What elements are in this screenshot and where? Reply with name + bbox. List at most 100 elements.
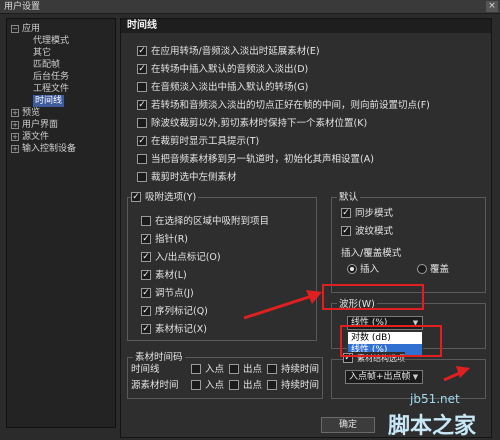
option-label: 出点	[243, 380, 263, 391]
collapse-icon[interactable]: −	[11, 24, 19, 33]
checkbox[interactable]: ✓	[137, 99, 147, 110]
snap-item-clip-marks[interactable]: ✓ 素材标记(X)	[141, 323, 207, 337]
tree-item-label: 用户界面	[22, 120, 59, 130]
option-label: 当把音频素材移到另一轨道时，初始化其声相设置(A)	[151, 154, 374, 165]
timeline-in-point[interactable]: 入点	[191, 363, 224, 377]
expand-icon[interactable]: +	[11, 120, 19, 129]
ripple-mode-option[interactable]: ✓ 波纹模式	[341, 225, 393, 239]
checkbox[interactable]: ✓	[141, 323, 151, 334]
tree-item-user-interface[interactable]: + 用户界面	[11, 119, 58, 131]
option-init-pan[interactable]: 当把音频素材移到另一轨道时，初始化其声相设置(A)	[137, 153, 374, 167]
option-label: 素材标记(X)	[155, 324, 207, 335]
snap-item-sequence-marks[interactable]: ✓ 序列标记(Q)	[141, 305, 208, 319]
option-label: 在裁剪时显示工具提示(T)	[151, 136, 260, 147]
option-select-left-clip[interactable]: 裁剪时选中左侧素材	[137, 171, 237, 185]
checkbox[interactable]: ✓	[141, 233, 151, 244]
watermark-brand: 脚本之家	[388, 414, 477, 439]
timecode-timeline-label: 时间线	[131, 364, 160, 375]
option-label: 覆盖	[430, 264, 450, 275]
option-label: 在选择的区域中吸附到项目	[155, 216, 270, 227]
chevron-down-icon[interactable]: ▼	[410, 372, 421, 382]
tree-item-source-files[interactable]: + 源文件	[11, 131, 49, 143]
insert-radio[interactable]: 插入	[347, 263, 379, 277]
checkbox[interactable]: ✓	[137, 63, 147, 74]
option-keep-next-clip-position[interactable]: 除波纹裁剪以外,剪切素材时保持下一个素材位置(K)	[137, 117, 367, 131]
checkbox[interactable]: ✓	[341, 225, 351, 236]
checkbox[interactable]	[267, 379, 277, 390]
option-show-trim-tooltip[interactable]: ✓ 在裁剪时显示工具提示(T)	[137, 135, 259, 149]
option-label: 波纹模式	[355, 226, 394, 237]
option-label: 调节点(J)	[155, 288, 194, 299]
close-icon[interactable]: ×	[486, 1, 498, 12]
expand-icon[interactable]: +	[11, 132, 19, 141]
snap-item-adjust-points[interactable]: ✓ 调节点(J)	[141, 287, 194, 301]
tree-item-background-tasks[interactable]: 后台任务	[33, 71, 69, 83]
snap-item-pointer[interactable]: ✓ 指针(R)	[141, 233, 188, 247]
source-in-point[interactable]: 入点	[191, 379, 224, 393]
checkbox[interactable]	[137, 117, 147, 128]
tree-item-input-devices[interactable]: + 输入控制设备	[11, 143, 76, 155]
tree-item-label: 源文件	[22, 132, 50, 142]
timeline-duration[interactable]: 持续时间	[267, 363, 319, 377]
sync-mode-option[interactable]: ✓ 同步模式	[341, 207, 393, 221]
option-insert-audio-fade[interactable]: ✓ 在转场中插入默认的音频淡入淡出(D)	[137, 63, 308, 77]
tree-item-proxy-mode[interactable]: 代理模式	[33, 35, 69, 47]
annotation-box-waveform	[322, 284, 424, 310]
checkbox[interactable]: ✓	[141, 269, 151, 280]
option-cut-point-forward[interactable]: ✓ 若转场和音频淡入淡出的切点正好在帧的中间，则向前设置切点(F)	[137, 99, 430, 113]
option-label: 同步模式	[355, 208, 394, 219]
snap-item-selected-region[interactable]: 在选择的区域中吸附到项目	[141, 215, 269, 229]
option-insert-transition[interactable]: 在音频淡入淡出中插入默认的转场(G)	[137, 81, 308, 95]
expand-icon[interactable]: +	[11, 144, 19, 153]
watermark-site: jb51.net	[410, 392, 460, 406]
ok-button[interactable]: 确定	[321, 417, 375, 433]
snap-item-in-out-marks[interactable]: ✓ 入/出点标记(O)	[141, 251, 221, 265]
option-label: 入点	[205, 364, 225, 375]
tree-item-preview[interactable]: + 预览	[11, 107, 40, 119]
checkbox[interactable]: ✓	[141, 287, 151, 298]
source-out-point[interactable]: 出点	[229, 379, 262, 393]
timecode-title: 素材时间码	[133, 349, 185, 363]
checkbox[interactable]	[137, 153, 147, 164]
tree-item-app[interactable]: − 应用	[11, 23, 40, 35]
radio-icon[interactable]	[417, 263, 427, 274]
checkbox[interactable]: ✓	[141, 251, 151, 262]
checkbox[interactable]: ✓	[137, 135, 147, 146]
checkbox[interactable]	[229, 363, 239, 374]
snap-options-title: 吸附选项(Y)	[145, 192, 197, 203]
snap-options-toggle[interactable]: ✓ 吸附选项(Y)	[131, 191, 199, 205]
tree-item-match-frame[interactable]: 匹配帧	[33, 59, 60, 71]
checkbox[interactable]: ✓	[131, 191, 141, 202]
radio-selected-icon[interactable]	[347, 263, 357, 274]
tree-item-timeline[interactable]: 时间线	[33, 95, 65, 107]
clip-display-select[interactable]: 入点帧+出点帧 ▼	[345, 370, 423, 384]
tree-item-other[interactable]: 其它	[33, 47, 51, 59]
expand-icon[interactable]: +	[11, 108, 19, 117]
option-label: 入/出点标记(O)	[155, 252, 221, 263]
snap-item-clips[interactable]: ✓ 素材(L)	[141, 269, 187, 283]
clip-display-value: 入点帧+出点帧	[349, 372, 411, 382]
option-label: 在转场中插入默认的音频淡入淡出(D)	[151, 64, 309, 75]
checkbox[interactable]: ✓	[141, 305, 151, 316]
option-label: 出点	[243, 364, 263, 375]
checkbox[interactable]	[267, 363, 277, 374]
source-duration[interactable]: 持续时间	[267, 379, 319, 393]
checkbox[interactable]	[137, 171, 147, 182]
option-label: 入点	[205, 380, 225, 391]
checkbox[interactable]: ✓	[137, 45, 147, 56]
checkbox[interactable]	[229, 379, 239, 390]
annotation-arrow-icon	[243, 290, 322, 320]
checkbox[interactable]: ✓	[341, 207, 351, 218]
overwrite-radio[interactable]: 覆盖	[417, 263, 449, 277]
tree-item-project-files[interactable]: 工程文件	[33, 83, 69, 95]
defaults-title: 默认	[337, 189, 361, 203]
insert-overwrite-label: 插入/覆盖模式	[341, 248, 402, 259]
timeline-out-point[interactable]: 出点	[229, 363, 262, 377]
checkbox[interactable]	[191, 363, 201, 374]
option-extend-clips[interactable]: ✓ 在应用转场/音频淡入淡出时延展素材(E)	[137, 45, 320, 59]
checkbox[interactable]	[191, 379, 201, 390]
checkbox[interactable]	[137, 81, 147, 92]
window-titlebar: 用户设置 ×	[0, 0, 500, 14]
checkbox[interactable]	[141, 215, 151, 226]
option-label: 素材(L)	[155, 270, 187, 281]
